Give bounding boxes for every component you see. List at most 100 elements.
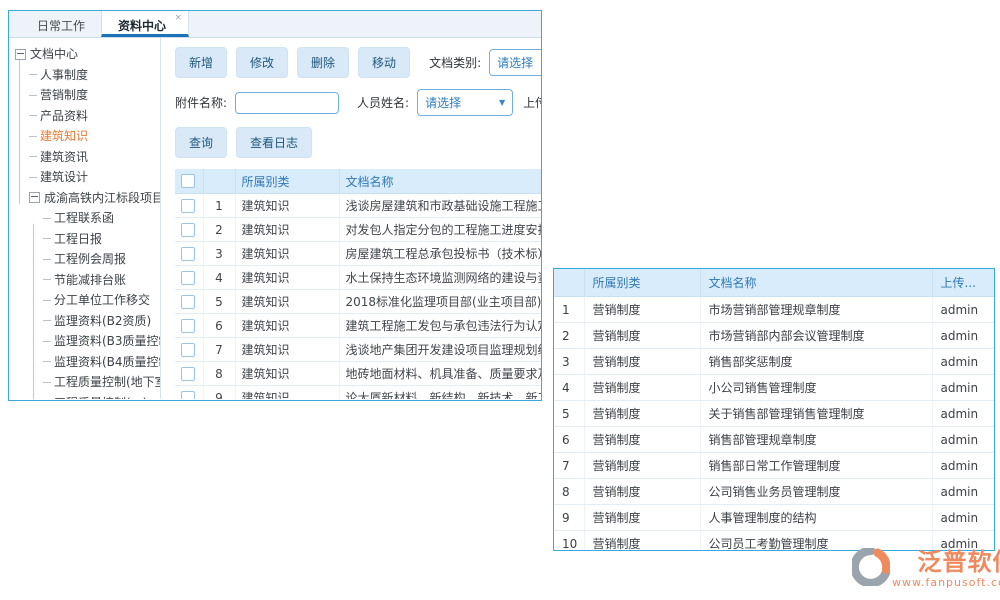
row-doc-name: 销售部奖惩制度 [700, 349, 932, 375]
tree-item-label: 分工单位工作移交 [54, 290, 150, 311]
tree-tick [43, 279, 51, 280]
tree-item[interactable]: 产品资料 [9, 106, 160, 127]
collapse-icon[interactable] [15, 49, 26, 60]
view-log-button[interactable]: 查看日志 [236, 127, 312, 158]
row-doc-name: 浅谈房屋建筑和市政基础设施工程施工... [339, 194, 541, 218]
row-doc-name: 浅谈地产集团开发建设项目监理规划编... [339, 338, 541, 362]
row-doc-name: 人事管理制度的结构 [700, 505, 932, 531]
tab-daily-work[interactable]: 日常工作 [21, 11, 101, 37]
row-checkbox[interactable] [181, 319, 195, 333]
doc-category-select[interactable]: 请选择 ▼ [489, 49, 541, 76]
row-checkbox-cell [175, 266, 203, 290]
query-button[interactable]: 查询 [175, 127, 227, 158]
tree-tick [29, 156, 37, 157]
tree-item[interactable]: 监理资料(B3质量控制) [9, 331, 160, 352]
tree-item[interactable]: 监理资料(B2资质) [9, 311, 160, 332]
delete-button[interactable]: 删除 [297, 47, 349, 78]
table-row[interactable]: 5建筑知识2018标准化监理项目部(业主项目部)人员... [175, 290, 541, 314]
tree-item[interactable]: 建筑设计 [9, 167, 160, 188]
row-checkbox[interactable] [181, 343, 195, 357]
table-row[interactable]: 4营销制度小公司销售管理制度admin [554, 375, 994, 401]
table-row[interactable]: 6建筑知识建筑工程施工发包与承包违法行为认定... [175, 314, 541, 338]
tree-tick [43, 238, 51, 239]
tree-item-label: 工程联系函 [54, 208, 114, 229]
tree-item[interactable]: 成渝高铁内江标段项目 [9, 188, 160, 209]
header-index-cell [554, 269, 584, 297]
tree-item[interactable]: 工程例会周报 [9, 249, 160, 270]
tree-item[interactable]: 人事制度 [9, 65, 160, 86]
tree-item[interactable]: 工程日报 [9, 229, 160, 250]
row-checkbox[interactable] [181, 199, 195, 213]
document-tree-sidebar: 文档中心人事制度营销制度产品资料建筑知识建筑资讯建筑设计成渝高铁内江标段项目工程… [9, 38, 161, 399]
row-checkbox[interactable] [181, 367, 195, 381]
tree-item[interactable]: 工程质量控制(…) [9, 393, 160, 400]
row-category: 建筑知识 [235, 362, 339, 386]
add-button[interactable]: 新增 [175, 47, 227, 78]
table-row[interactable]: 2营销制度市场营销部内部会议管理制度admin [554, 323, 994, 349]
row-doc-name: 2018标准化监理项目部(业主项目部)人员... [339, 290, 541, 314]
row-index: 1 [554, 297, 584, 323]
row-category: 营销制度 [584, 401, 700, 427]
row-checkbox-cell [175, 338, 203, 362]
tree-item[interactable]: 文档中心 [9, 44, 160, 65]
tree-item[interactable]: 工程质量控制(地下室) [9, 372, 160, 393]
table-row[interactable]: 5营销制度关于销售部管理销售管理制度admin [554, 401, 994, 427]
tree-item[interactable]: 节能减排台账 [9, 270, 160, 291]
row-checkbox[interactable] [181, 247, 195, 261]
row-uploader: admin [932, 479, 994, 505]
row-checkbox[interactable] [181, 391, 195, 399]
row-checkbox-cell [175, 242, 203, 266]
row-index: 7 [203, 338, 235, 362]
table-row[interactable]: 1建筑知识浅谈房屋建筑和市政基础设施工程施工... [175, 194, 541, 218]
fanpu-logo: 泛普软件 www.fanpusoft.com [852, 548, 998, 589]
move-button[interactable]: 移动 [358, 47, 410, 78]
row-index: 4 [554, 375, 584, 401]
tree-item[interactable]: 营销制度 [9, 85, 160, 106]
table-row[interactable]: 6营销制度销售部管理规章制度admin [554, 427, 994, 453]
tree-item[interactable]: 监理资料(B4质量控制) [9, 352, 160, 373]
close-icon[interactable]: × [174, 13, 182, 23]
table-row[interactable]: 2建筑知识对发包人指定分包的工程施工进度安排... [175, 218, 541, 242]
header-checkbox-cell [175, 169, 203, 194]
tab-data-center[interactable]: 资料中心 × [101, 11, 189, 37]
tree-item[interactable]: 工程联系函 [9, 208, 160, 229]
table-row[interactable]: 3建筑知识房屋建筑工程总承包投标书（技术标）... [175, 242, 541, 266]
row-index: 5 [203, 290, 235, 314]
table-row[interactable]: 7建筑知识浅谈地产集团开发建设项目监理规划编... [175, 338, 541, 362]
row-checkbox-cell [175, 194, 203, 218]
tree-item[interactable]: 分工单位工作移交 [9, 290, 160, 311]
row-checkbox[interactable] [181, 223, 195, 237]
tree-item-label: 节能减排台账 [54, 270, 126, 291]
collapse-icon[interactable] [29, 192, 40, 203]
table-row[interactable]: 9营销制度人事管理制度的结构admin [554, 505, 994, 531]
table-row[interactable]: 3营销制度销售部奖惩制度admin [554, 349, 994, 375]
tree-item[interactable]: 建筑知识 [9, 126, 160, 147]
table-row[interactable]: 4建筑知识水土保持生态环境监测网络的建设与资... [175, 266, 541, 290]
row-checkbox[interactable] [181, 295, 195, 309]
tree-item-label: 工程质量控制(…) [54, 393, 147, 400]
person-name-select[interactable]: 请选择 ▼ [417, 89, 513, 116]
select-all-checkbox[interactable] [181, 174, 195, 188]
table-row[interactable]: 9建筑知识论大厦新材料、新结构、新技术，新工... [175, 386, 541, 400]
attachment-name-input[interactable] [235, 92, 339, 114]
row-category: 营销制度 [584, 349, 700, 375]
tree-item[interactable]: 建筑资讯 [9, 147, 160, 168]
row-index: 5 [554, 401, 584, 427]
table-row[interactable]: 1营销制度市场营销部管理规章制度admin [554, 297, 994, 323]
edit-button[interactable]: 修改 [236, 47, 288, 78]
row-checkbox[interactable] [181, 271, 195, 285]
tree-item-label: 工程质量控制(地下室) [54, 372, 161, 393]
toolbar-row-2: 附件名称: 人员姓名: 请选择 ▼ 上传日期 [175, 89, 541, 116]
logo-name: 泛普软件 [917, 548, 1000, 576]
row-category: 营销制度 [584, 375, 700, 401]
upload-date-label-clipped: 上传日期 [523, 94, 541, 111]
table-row[interactable]: 7营销制度销售部日常工作管理制度admin [554, 453, 994, 479]
tree-item-label: 建筑设计 [40, 167, 88, 188]
toolbar-row-1: 新增 修改 删除 移动 文档类别: 请选择 ▼ 文档 [175, 47, 541, 78]
table-row[interactable]: 8建筑知识地砖地面材料、机具准备、质量要求及... [175, 362, 541, 386]
chevron-down-icon: ▼ [499, 98, 505, 107]
tree-item-label: 建筑资讯 [40, 147, 88, 168]
row-category: 营销制度 [584, 297, 700, 323]
table-row[interactable]: 8营销制度公司销售业务员管理制度admin [554, 479, 994, 505]
row-index: 2 [554, 323, 584, 349]
